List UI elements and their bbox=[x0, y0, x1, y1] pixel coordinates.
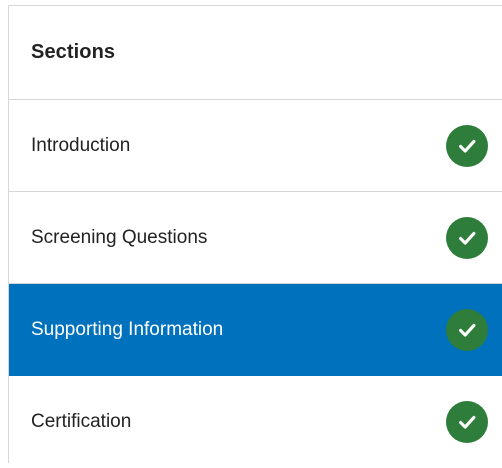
check-circle-icon bbox=[446, 308, 488, 351]
section-item-label: Screening Questions bbox=[31, 226, 208, 248]
check-circle-icon bbox=[446, 216, 488, 259]
section-item-screening-questions[interactable]: Screening Questions bbox=[9, 192, 502, 284]
section-item-label: Certification bbox=[31, 411, 132, 432]
sections-title: Sections bbox=[31, 41, 116, 63]
section-item-supporting-information[interactable]: Supporting Information bbox=[9, 284, 502, 376]
section-item-label: Introduction bbox=[31, 134, 131, 156]
sections-list: Introduction Screening Questions Support… bbox=[9, 100, 502, 468]
section-item-certification[interactable]: Certification bbox=[9, 376, 502, 468]
check-circle-icon bbox=[446, 401, 488, 443]
sections-header: Sections bbox=[9, 6, 502, 100]
sections-panel: Sections Introduction Screening Question… bbox=[8, 5, 502, 463]
check-circle-icon bbox=[446, 124, 488, 167]
section-item-label: Supporting Information bbox=[31, 318, 224, 340]
section-item-introduction[interactable]: Introduction bbox=[9, 100, 502, 192]
